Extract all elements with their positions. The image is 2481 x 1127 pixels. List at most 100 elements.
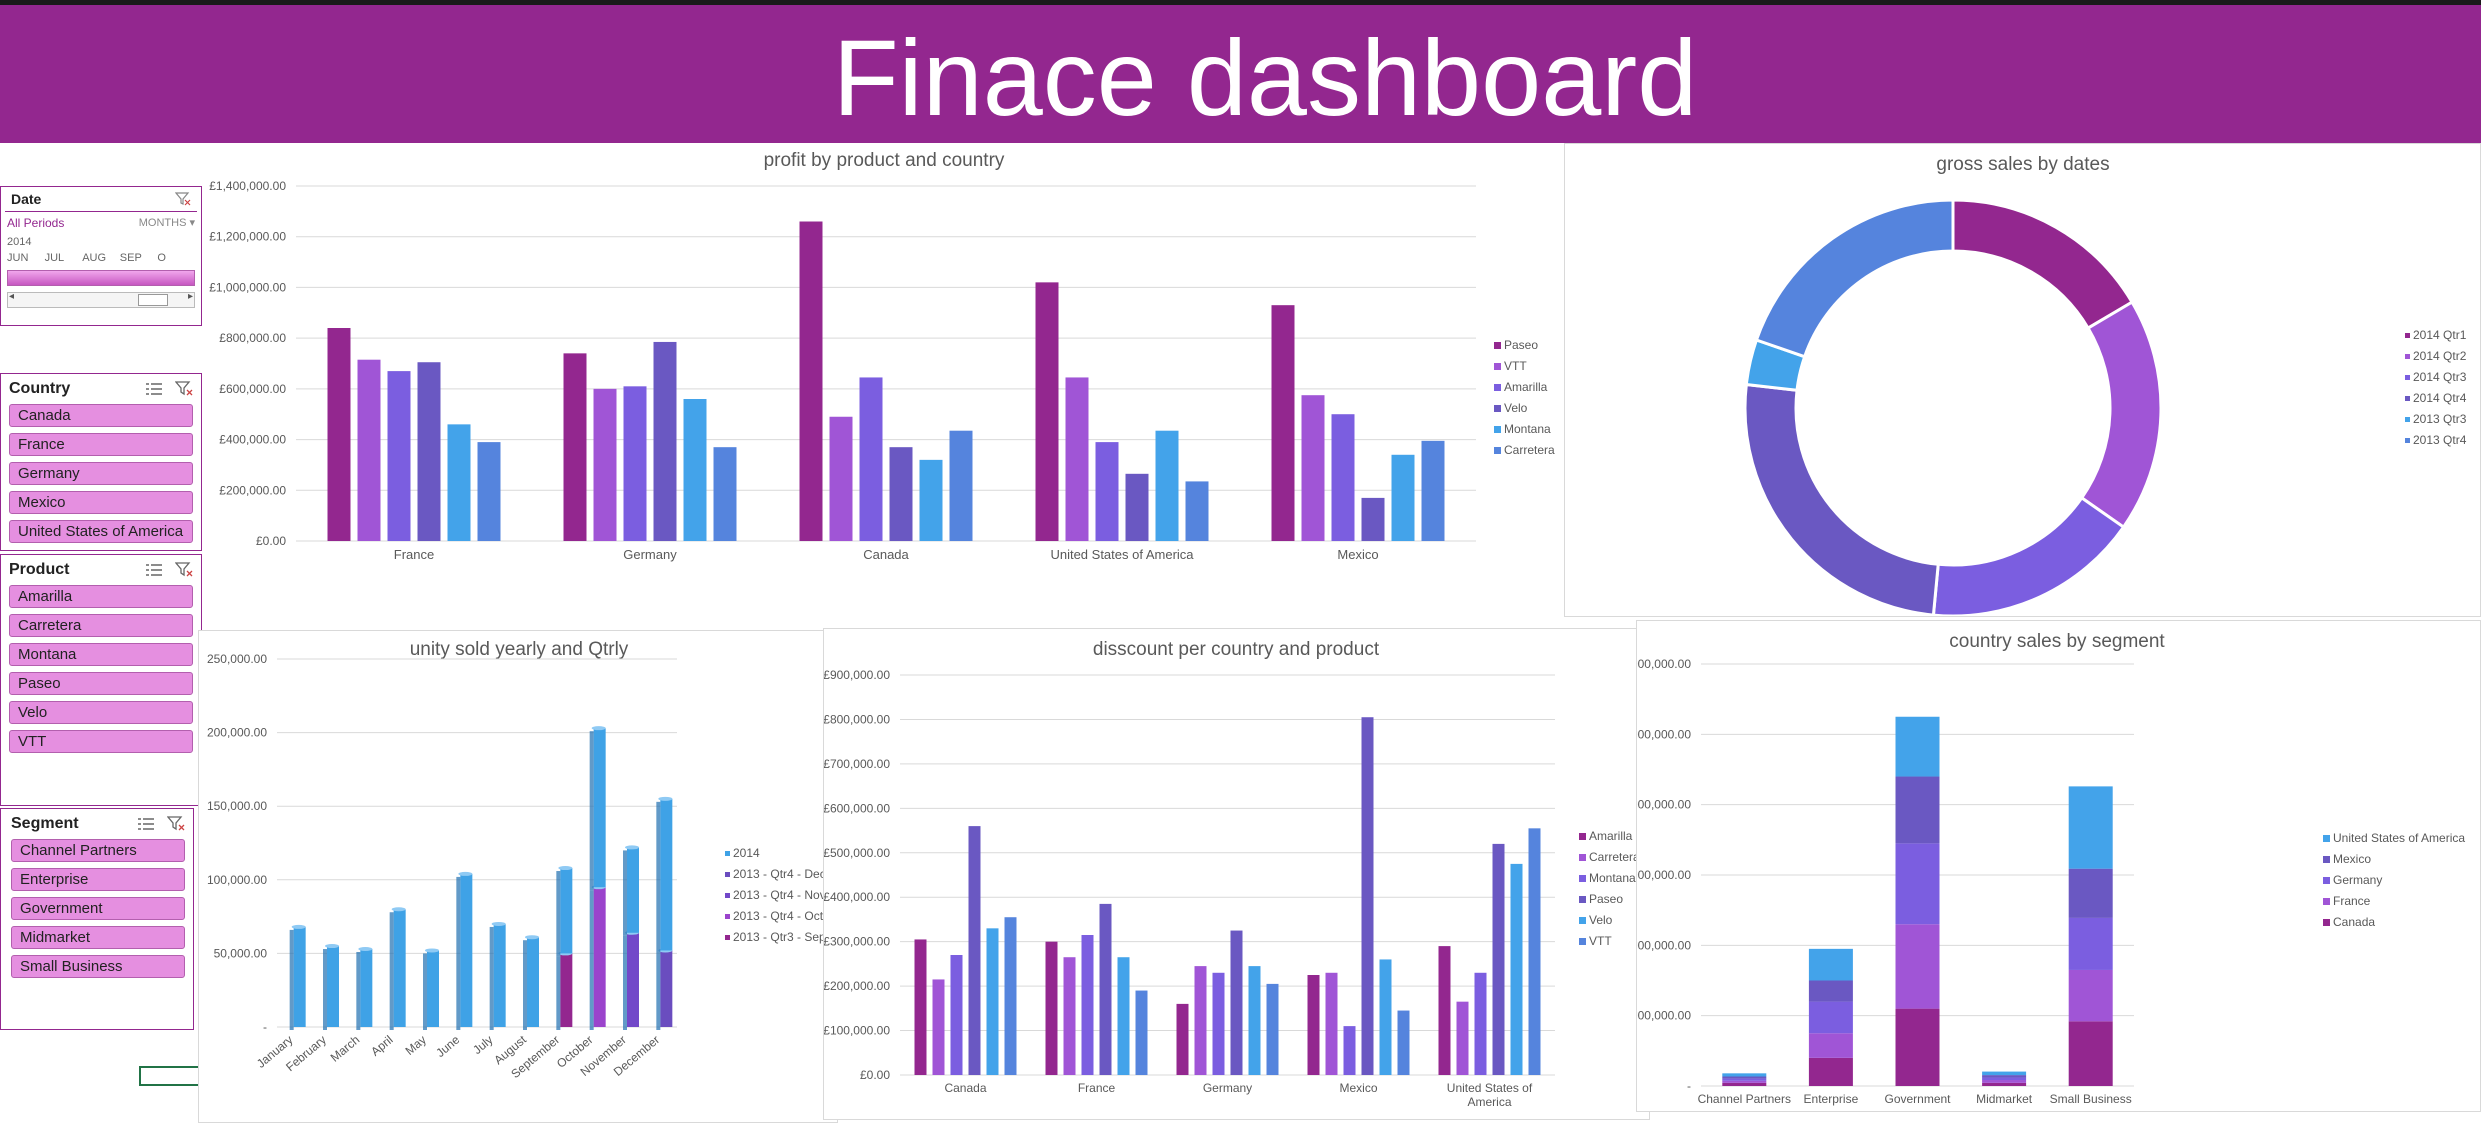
bar-segment[interactable] [1895, 924, 1940, 1009]
bar[interactable] [950, 955, 963, 1075]
bar[interactable] [1125, 473, 1149, 541]
bar[interactable] [799, 221, 823, 542]
bar[interactable] [1155, 430, 1179, 541]
bar[interactable] [683, 399, 707, 541]
bar[interactable] [593, 728, 606, 888]
bar[interactable] [1212, 972, 1225, 1075]
bar-segment[interactable] [2068, 786, 2113, 869]
selected-cell[interactable] [139, 1066, 201, 1086]
multi-select-icon[interactable] [137, 816, 155, 832]
bar-segment[interactable] [1808, 1057, 1853, 1086]
country-slicer-item[interactable]: Mexico [9, 491, 193, 514]
bar[interactable] [360, 948, 373, 1027]
bar[interactable] [1117, 957, 1130, 1075]
country-slicer-item[interactable]: United States of America [9, 520, 193, 543]
bar[interactable] [327, 328, 351, 541]
segment-slicer-item[interactable]: Small Business [11, 955, 185, 978]
bar[interactable] [859, 377, 883, 541]
date-timeline-slicer[interactable]: Date All Periods MONTHS ▾ 2014 JUN JUL AUG… [0, 186, 202, 326]
bar[interactable] [660, 950, 673, 1027]
bar[interactable] [1474, 972, 1487, 1075]
bar-segment[interactable] [1895, 776, 1940, 844]
bar[interactable] [1063, 957, 1076, 1075]
bar[interactable] [393, 909, 406, 1027]
bar[interactable] [660, 798, 673, 951]
bar[interactable] [1081, 935, 1094, 1075]
bar[interactable] [1301, 395, 1325, 541]
bar[interactable] [1343, 1026, 1356, 1075]
bar[interactable] [1456, 1001, 1469, 1075]
product-slicer-item[interactable]: VTT [9, 730, 193, 753]
bar[interactable] [919, 459, 943, 541]
bar[interactable] [1325, 972, 1338, 1075]
timeline-month[interactable]: AUG [82, 252, 120, 264]
scroll-left-arrow[interactable]: ◂ [9, 291, 14, 302]
timeline-month[interactable]: JUL [45, 252, 83, 264]
bar[interactable] [357, 359, 381, 541]
bar[interactable] [387, 371, 411, 541]
country-slicer-item[interactable]: France [9, 433, 193, 456]
bar[interactable] [1379, 959, 1392, 1075]
country-slicer-item[interactable]: Germany [9, 462, 193, 485]
scroll-thumb[interactable] [138, 294, 168, 306]
clear-filter-icon[interactable] [175, 381, 193, 397]
clear-filter-icon[interactable] [175, 562, 193, 578]
bar[interactable] [1361, 497, 1385, 541]
product-slicer-item[interactable]: Carretera [9, 614, 193, 637]
bar[interactable] [1528, 828, 1541, 1075]
pie-slice[interactable] [1931, 495, 2126, 618]
bar-segment[interactable] [1722, 1073, 1767, 1077]
bar[interactable] [1248, 966, 1261, 1075]
country-slicer-item[interactable]: Canada [9, 404, 193, 427]
pie-slice[interactable] [1951, 198, 2135, 331]
bar-segment[interactable] [1895, 1008, 1940, 1086]
product-slicer-item[interactable]: Montana [9, 643, 193, 666]
product-slicer-item[interactable]: Velo [9, 701, 193, 724]
bar-segment[interactable] [1808, 1033, 1853, 1058]
bar[interactable] [1438, 946, 1451, 1075]
bar[interactable] [1510, 863, 1523, 1075]
bar[interactable] [986, 928, 999, 1075]
bar-segment[interactable] [1722, 1078, 1767, 1081]
bar[interactable] [1230, 930, 1243, 1075]
bar[interactable] [560, 868, 573, 954]
segment-slicer-item[interactable]: Enterprise [11, 868, 185, 891]
time-level-dropdown[interactable]: MONTHS ▾ [139, 216, 195, 230]
bar[interactable] [527, 937, 539, 1027]
bar-segment[interactable] [1982, 1080, 2027, 1083]
bar[interactable] [1176, 1003, 1189, 1075]
bar[interactable] [493, 923, 506, 1027]
bar[interactable] [1331, 414, 1355, 541]
bar[interactable] [627, 932, 639, 1027]
bar[interactable] [477, 442, 501, 541]
bar[interactable] [1361, 717, 1374, 1075]
bar-segment[interactable] [1722, 1082, 1767, 1086]
bar-segment[interactable] [1808, 1001, 1853, 1034]
segment-slicer-item[interactable]: Government [11, 897, 185, 920]
bar-segment[interactable] [1982, 1071, 2027, 1076]
bar[interactable] [563, 353, 587, 541]
pie-slice[interactable] [1754, 198, 1955, 359]
bar[interactable] [968, 826, 981, 1075]
bar-segment[interactable] [1895, 843, 1940, 925]
bar[interactable] [1271, 305, 1295, 541]
segment-slicer-item[interactable]: Midmarket [11, 926, 185, 949]
bar[interactable] [1004, 917, 1017, 1075]
bar-segment[interactable] [2068, 969, 2113, 1022]
bar[interactable] [949, 430, 973, 541]
bar[interactable] [1099, 903, 1112, 1075]
bar[interactable] [889, 447, 913, 541]
bar[interactable] [460, 873, 473, 1027]
bar[interactable] [829, 416, 853, 541]
bar-segment[interactable] [1722, 1076, 1767, 1079]
multi-select-icon[interactable] [145, 381, 163, 397]
bar[interactable] [417, 362, 441, 541]
bar-segment[interactable] [2068, 868, 2113, 918]
bar[interactable] [1397, 1010, 1410, 1075]
bar-segment[interactable] [1808, 948, 1853, 981]
timeline-month[interactable]: O [157, 252, 195, 264]
bar-segment[interactable] [2068, 1021, 2113, 1086]
clear-filter-icon[interactable] [167, 816, 185, 832]
bar[interactable] [593, 388, 617, 541]
bar-segment[interactable] [1808, 980, 1853, 1002]
